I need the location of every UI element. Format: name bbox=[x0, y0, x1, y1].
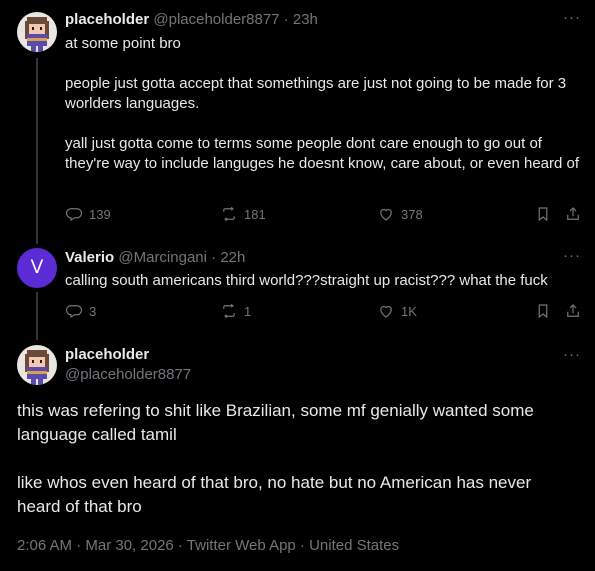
share-icon bbox=[564, 302, 582, 320]
reply-count: 3 bbox=[89, 303, 97, 319]
tweet-time[interactable]: 23h bbox=[293, 11, 318, 28]
avatar[interactable]: V bbox=[17, 248, 57, 288]
share-button[interactable] bbox=[564, 205, 582, 223]
retweet-button[interactable]: 1 bbox=[220, 302, 251, 320]
retweet-icon bbox=[220, 302, 238, 320]
tweet-paragraph: like whos even heard of that bro, no hat… bbox=[17, 473, 532, 516]
tweet-text: this was refering to shit like Brazilian… bbox=[17, 399, 577, 519]
display-name[interactable]: placeholder bbox=[65, 346, 191, 363]
tweet-text: at some point bro people just gotta acce… bbox=[65, 34, 580, 174]
tweet-header: placeholder @placeholder8877 bbox=[65, 346, 191, 383]
retweet-icon bbox=[220, 205, 238, 223]
tweet-paragraph: people just gotta accept that somethings… bbox=[65, 75, 567, 112]
bookmark-button[interactable] bbox=[534, 205, 552, 223]
tweet-timestamp[interactable]: 2:06 AM · Mar 30, 2026 · Twitter Web App… bbox=[17, 537, 399, 554]
share-button[interactable] bbox=[564, 302, 582, 320]
like-button[interactable]: 378 bbox=[377, 205, 423, 223]
more-icon[interactable]: ··· bbox=[563, 9, 581, 26]
more-icon[interactable]: ··· bbox=[563, 247, 581, 264]
like-icon bbox=[377, 205, 395, 223]
avatar-letter: V bbox=[30, 257, 44, 278]
tweet-actions: 139 181 378 bbox=[65, 205, 585, 227]
avatar[interactable] bbox=[17, 345, 57, 385]
tweet-actions: 3 1 1K bbox=[65, 302, 585, 324]
more-icon[interactable]: ··· bbox=[563, 346, 581, 363]
avatar[interactable] bbox=[17, 12, 57, 52]
tweet-paragraph: this was refering to shit like Brazilian… bbox=[17, 401, 534, 444]
tweet-paragraph: yall just gotta come to terms some peopl… bbox=[65, 135, 580, 172]
reply-button[interactable]: 139 bbox=[65, 205, 111, 223]
display-name[interactable]: Valerio bbox=[65, 249, 114, 266]
thread-line bbox=[36, 58, 38, 244]
like-icon bbox=[377, 302, 395, 320]
bookmark-button[interactable] bbox=[534, 302, 552, 320]
user-handle[interactable]: @Marcingani bbox=[118, 249, 207, 266]
retweet-button[interactable]: 181 bbox=[220, 205, 266, 223]
tweet-paragraph: at some point bro bbox=[65, 35, 181, 52]
bookmark-icon bbox=[534, 302, 552, 320]
reply-button[interactable]: 3 bbox=[65, 302, 96, 320]
retweet-count: 181 bbox=[244, 206, 266, 222]
user-handle[interactable]: @placeholder8877 bbox=[153, 11, 279, 28]
share-icon bbox=[564, 205, 582, 223]
reply-icon bbox=[65, 205, 83, 223]
display-name[interactable]: placeholder bbox=[65, 11, 149, 28]
reply-icon bbox=[65, 302, 83, 320]
like-count: 378 bbox=[401, 206, 423, 222]
like-count: 1K bbox=[401, 303, 417, 319]
tweet-time[interactable]: 22h bbox=[220, 249, 245, 266]
tweet-header: placeholder @placeholder8877 · 23h bbox=[65, 11, 318, 28]
bookmark-icon bbox=[534, 205, 552, 223]
tweet-header: Valerio @Marcingani · 22h bbox=[65, 249, 246, 266]
user-handle[interactable]: @placeholder8877 bbox=[65, 366, 191, 383]
retweet-count: 1 bbox=[244, 303, 252, 319]
thread-line bbox=[36, 292, 38, 340]
reply-count: 139 bbox=[89, 206, 111, 222]
like-button[interactable]: 1K bbox=[377, 302, 417, 320]
tweet-text: calling south americans third world???st… bbox=[65, 272, 548, 289]
